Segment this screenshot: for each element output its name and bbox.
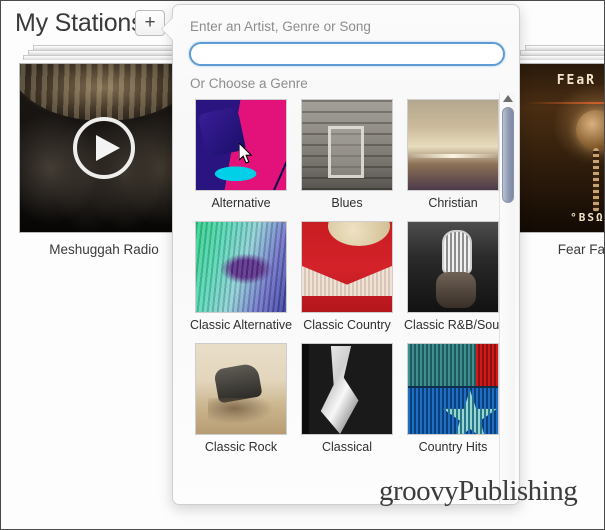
- triangle-up-icon[interactable]: [502, 95, 513, 102]
- genre-tile-label: Classic R&B/Soul: [404, 318, 502, 332]
- search-input[interactable]: [189, 42, 505, 66]
- genre-tile-christian[interactable]: Christian: [400, 99, 506, 211]
- genre-tile-label: Classic Country: [303, 318, 391, 332]
- station-album-art: [19, 63, 189, 233]
- classical-art: [301, 343, 393, 435]
- country-hits-art: [407, 343, 499, 435]
- genre-tile-classic-rock[interactable]: Classic Rock: [188, 343, 294, 455]
- genre-tile-label: Blues: [331, 196, 363, 210]
- popover-arrow: [162, 17, 174, 41]
- station-name-label: Meshuggah Radio: [49, 242, 159, 257]
- station-card-fear-factory[interactable]: FEaR Fac °BSΩLE Fear Factory: [511, 45, 605, 257]
- play-icon[interactable]: [73, 117, 135, 179]
- album-art-title: FEaR Fac: [556, 73, 604, 88]
- album-art-subtitle: °BSΩLE: [570, 211, 605, 224]
- classic-rock-art: [195, 343, 287, 435]
- genre-grid-scroll-area[interactable]: Alternative Blues Christian Classic Alterna…: [182, 95, 512, 497]
- genre-tile-blues[interactable]: Blues: [294, 99, 400, 211]
- genre-grid: Alternative Blues Christian Classic Alterna…: [182, 95, 512, 455]
- genre-tile-classic-alternative[interactable]: Classic Alternative: [188, 221, 294, 333]
- genre-tile-alternative[interactable]: Alternative: [188, 99, 294, 211]
- genre-tile-label: Alternative: [211, 196, 271, 210]
- page-title: My Stations: [15, 9, 144, 37]
- alternative-art: [195, 99, 287, 191]
- card-stack-decoration: [511, 45, 604, 63]
- genre-tile-classical[interactable]: Classical: [294, 343, 400, 455]
- scrollbar-thumb[interactable]: [502, 107, 514, 203]
- classic-alternative-art: [195, 221, 287, 313]
- christian-art: [407, 99, 499, 191]
- station-name-label: Fear Factory: [557, 242, 605, 257]
- station-album-art: FEaR Fac °BSΩLE: [511, 63, 605, 233]
- genre-tile-country-hits[interactable]: Country Hits: [400, 343, 506, 455]
- blues-art: [301, 99, 393, 191]
- album-art-spine: [593, 148, 599, 212]
- genre-tile-label: Country Hits: [418, 440, 488, 454]
- genre-scrollbar[interactable]: [499, 93, 515, 503]
- search-label: Enter an Artist, Genre or Song: [190, 19, 371, 34]
- choose-genre-label: Or Choose a Genre: [190, 76, 308, 91]
- genre-tile-label: Classic Rock: [204, 440, 278, 454]
- genre-tile-classic-r-b-soul[interactable]: Classic R&B/Soul: [400, 221, 506, 333]
- create-station-popover: Enter an Artist, Genre or Song Or Choose…: [162, 4, 520, 505]
- album-art-bulb: [576, 110, 604, 150]
- genre-tile-label: Classical: [321, 440, 372, 454]
- station-card-meshuggah[interactable]: Meshuggah Radio: [19, 45, 189, 257]
- add-station-button[interactable]: +: [135, 10, 165, 36]
- application-window: My Stations + Meshuggah Radio FEaR Fac °…: [0, 0, 605, 530]
- genre-tile-label: Christian: [428, 196, 478, 210]
- album-art-streak: [526, 102, 604, 104]
- watermark: groovyPublishing: [379, 475, 578, 507]
- classic-rb-soul-art: [407, 221, 499, 313]
- classic-country-art: [301, 221, 393, 313]
- genre-tile-classic-country[interactable]: Classic Country: [294, 221, 400, 333]
- genre-tile-label: Classic Alternative: [189, 318, 293, 332]
- card-stack-decoration: [19, 45, 189, 63]
